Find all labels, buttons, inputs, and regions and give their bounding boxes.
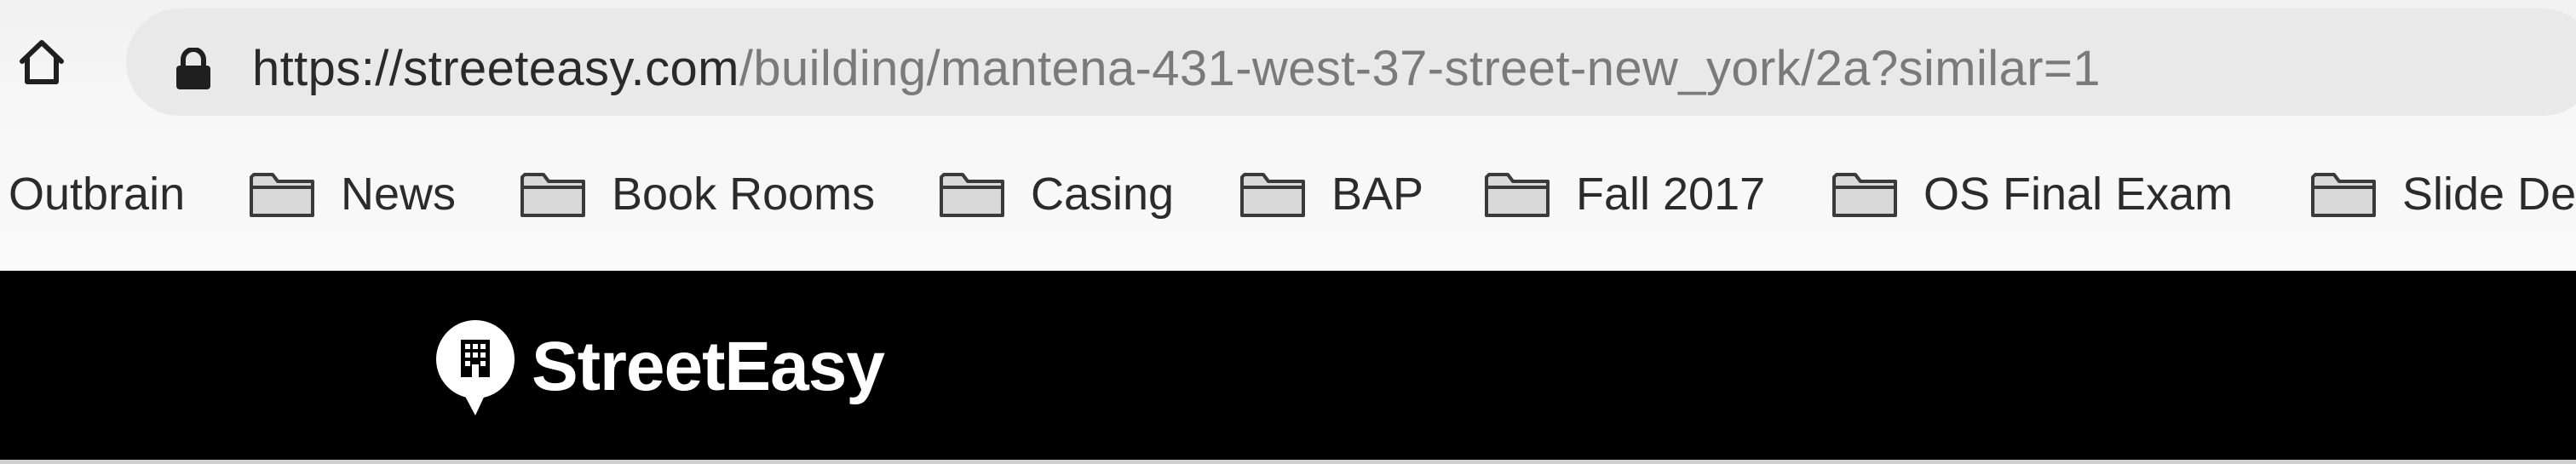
lock-icon[interactable]: [173, 48, 214, 90]
home-icon: [20, 40, 64, 84]
bookmark-folder-book-rooms[interactable]: Book Rooms: [520, 153, 875, 234]
folder-icon: [2311, 172, 2376, 217]
browser-chrome: https://streeteasy.com/building/mantena-…: [0, 0, 2576, 271]
page-content-edge: [0, 460, 2576, 464]
bookmarks-bar: Outbrain News Book Rooms Casing BAP Fall…: [0, 153, 2576, 234]
folder-icon: [1240, 172, 1305, 217]
brand-logo-link[interactable]: StreetEasy: [433, 316, 885, 418]
url-text[interactable]: https://streeteasy.com/building/mantena-…: [252, 35, 2101, 103]
folder-icon: [940, 172, 1004, 217]
bookmark-label: Casing: [1031, 168, 1175, 220]
bookmark-label: Fall 2017: [1576, 168, 1766, 220]
url-host: https://streeteasy.com: [252, 41, 739, 96]
bookmark-folder-bap[interactable]: BAP: [1239, 153, 1423, 234]
brand-name: StreetEasy: [532, 328, 885, 405]
folder-icon: [1485, 172, 1550, 217]
bookmark-folder-casing[interactable]: Casing: [939, 153, 1174, 234]
bookmark-folder-news[interactable]: News: [249, 153, 456, 234]
bookmark-folder-os-final-exam[interactable]: OS Final Exam: [1831, 153, 2233, 234]
bookmark-label: BAP: [1331, 168, 1424, 220]
bookmark-label: Outbrain: [9, 168, 186, 220]
bookmark-label: OS Final Exam: [1923, 168, 2234, 220]
bookmark-outbrain[interactable]: Outbrain: [9, 153, 185, 234]
site-header: StreetEasy: [0, 271, 2576, 460]
bookmark-label: News: [341, 168, 457, 220]
home-button[interactable]: [12, 32, 72, 92]
bookmark-folder-fall-2017[interactable]: Fall 2017: [1484, 153, 1765, 234]
bookmark-label: Slide De: [2402, 168, 2576, 220]
bookmark-folder-slide-de[interactable]: Slide De: [2310, 153, 2576, 234]
folder-icon: [250, 172, 314, 217]
bookmark-label: Book Rooms: [612, 168, 876, 220]
building-speech-bubble-icon: [436, 320, 515, 415]
url-path: /building/mantena-431-west-37-street-new…: [739, 41, 2101, 96]
folder-icon: [520, 172, 585, 217]
folder-icon: [1832, 172, 1897, 217]
